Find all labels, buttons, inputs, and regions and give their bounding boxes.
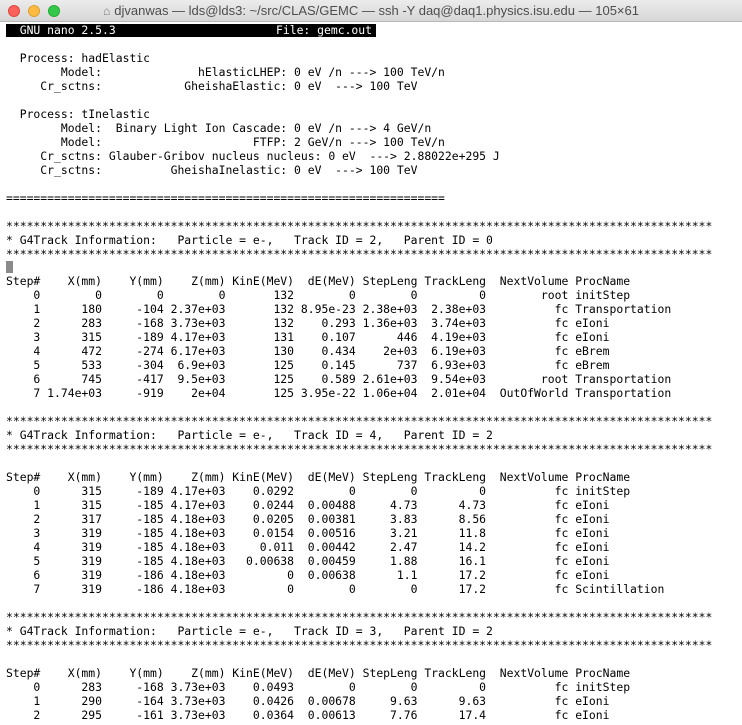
terminal-window: ⌂ djvanwas — lds@lds3: ~/src/CLAS/GEMC — … — [0, 0, 742, 725]
text-line: 5 319 -185 4.18e+03 0.00638 0.00459 1.88… — [6, 553, 610, 568]
text-line — [6, 205, 742, 219]
file-text: Process: hadElastic Model: hElasticLHEP:… — [6, 37, 742, 721]
text-line: 7 319 -186 4.18e+03 0 0 0 17.2 fc Scinti… — [6, 581, 665, 596]
text-line: Model: Binary Light Ion Cascade: 0 eV /n… — [6, 120, 432, 135]
text-line: 2 283 -168 3.73e+03 132 0.293 1.36e+03 3… — [6, 316, 610, 331]
cursor-line — [6, 260, 742, 275]
text-line: ****************************************… — [6, 637, 713, 652]
text-line: * G4Track Information: Particle = e-, Tr… — [6, 623, 493, 638]
text-line: 4 319 -185 4.18e+03 0.011 0.00442 2.47 1… — [6, 539, 610, 554]
text-line: 3 319 -185 4.18e+03 0.0154 0.00516 3.21 … — [6, 525, 610, 540]
text-line: 4 472 -274 6.17e+03 130 0.434 2e+03 6.19… — [6, 344, 610, 359]
text-line: 0 315 -189 4.17e+03 0.0292 0 0 0 fc init… — [6, 484, 631, 498]
text-line: Step# X(mm) Y(mm) Z(mm) KinE(MeV) dE(MeV… — [6, 665, 631, 680]
text-line: 1 180 -104 2.37e+03 132 8.95e-23 2.38e+0… — [6, 302, 672, 317]
text-line: Step# X(mm) Y(mm) Z(mm) KinE(MeV) dE(MeV… — [6, 470, 631, 484]
text-line: ****************************************… — [6, 246, 713, 261]
text-line: ****************************************… — [6, 414, 713, 429]
nano-file: File: gemc.out — [276, 23, 373, 37]
text-line: 3 315 -189 4.17e+03 131 0.107 446 4.19e+… — [6, 330, 610, 345]
text-line: ========================================… — [6, 190, 445, 205]
text-line: 7 1.74e+03 -919 2e+04 125 3.95e-22 1.06e… — [6, 386, 672, 401]
text-line — [6, 400, 742, 414]
text-cursor — [6, 260, 13, 273]
text-line: Cr_sctns: Glauber-Gribov nucleus nucleus… — [6, 148, 500, 163]
text-line: Model: FTFP: 2 GeV/n ---> 100 TeV/n — [6, 134, 445, 149]
text-line: * G4Track Information: Particle = e-, Tr… — [6, 428, 493, 443]
text-line — [6, 652, 742, 666]
text-line: Process: tInelastic — [6, 106, 151, 121]
nano-header: GNU nano 2.5.3 File: gemc.out — [6, 24, 376, 37]
text-line: * G4Track Information: Particle = e-, Tr… — [6, 232, 493, 247]
text-line: Model: hElasticLHEP: 0 eV /n ---> 100 Te… — [6, 64, 445, 79]
window-title: ⌂ djvanwas — lds@lds3: ~/src/CLAS/GEMC — … — [0, 3, 742, 18]
text-line: ****************************************… — [6, 609, 713, 624]
text-line: 2 295 -161 3.73e+03 0.0364 0.00613 7.76 … — [6, 707, 610, 722]
text-line: Process: hadElastic — [6, 50, 151, 65]
text-line: 1 290 -164 3.73e+03 0.0426 0.00678 9.63 … — [6, 693, 610, 708]
text-line: 6 319 -186 4.18e+03 0 0.00638 1.1 17.2 f… — [6, 567, 610, 582]
text-line: 0 0 0 0 132 0 0 0 root initStep — [6, 288, 631, 303]
text-line: 6 745 -417 9.5e+03 125 0.589 2.61e+03 9.… — [6, 372, 672, 387]
terminal-content[interactable]: GNU nano 2.5.3 File: gemc.out Process: ha… — [6, 24, 742, 725]
window-title-text: djvanwas — lds@lds3: ~/src/CLAS/GEMC — s… — [114, 3, 639, 18]
text-line: ****************************************… — [6, 218, 713, 233]
text-line: Step# X(mm) Y(mm) Z(mm) KinE(MeV) dE(MeV… — [6, 274, 631, 289]
text-line: 2 317 -185 4.18e+03 0.0205 0.00381 3.83 … — [6, 511, 610, 526]
text-line — [6, 177, 742, 191]
text-line: 1 315 -185 4.17e+03 0.0244 0.00488 4.73 … — [6, 497, 610, 512]
text-line: Cr_sctns: GheishaElastic: 0 eV ---> 100 … — [6, 78, 418, 93]
text-line: 5 533 -304 6.9e+03 125 0.145 737 6.93e+0… — [6, 358, 610, 373]
text-line — [6, 596, 742, 610]
text-line: Cr_sctns: GheishaInelastic: 0 eV ---> 10… — [6, 162, 418, 177]
text-line: 0 283 -168 3.73e+03 0.0493 0 0 0 fc init… — [6, 679, 631, 694]
text-line: ****************************************… — [6, 442, 713, 457]
home-icon: ⌂ — [103, 4, 111, 18]
title-bar[interactable]: ⌂ djvanwas — lds@lds3: ~/src/CLAS/GEMC — … — [0, 0, 742, 22]
nano-version: GNU nano 2.5.3 — [6, 23, 116, 37]
text-line — [6, 93, 742, 107]
text-line — [6, 456, 742, 470]
text-line — [6, 37, 742, 51]
